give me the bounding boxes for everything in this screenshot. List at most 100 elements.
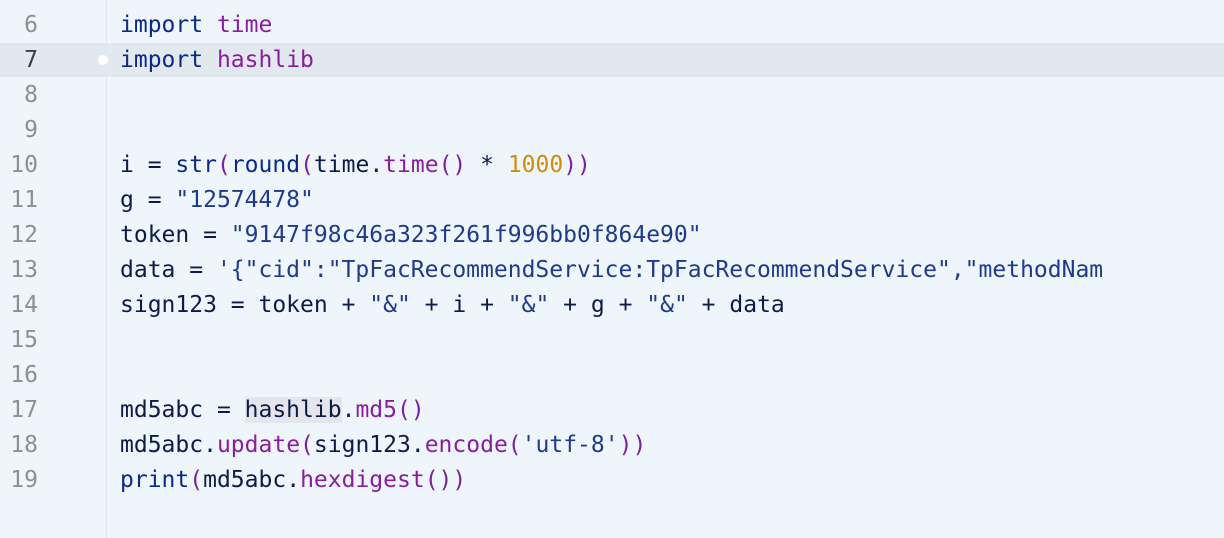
token-op: . [286,467,301,493]
token-fn: token [120,222,190,248]
code-text[interactable]: g = "12574478" [120,183,314,218]
token-num: 1000 [507,152,564,178]
token-op: = [216,292,259,318]
line-number: 10 [10,152,38,178]
token-kw: import [120,47,204,73]
token-op: . [203,432,217,458]
token-op [203,12,217,38]
token-str: "12574478" [175,187,314,213]
token-str: 'utf-8' [521,432,619,458]
token-fn: time [313,152,370,178]
code-text[interactable]: print(md5abc.hexdigest()) [120,463,466,498]
token-fn: data [120,257,176,283]
token-paren: ( [216,152,231,178]
code-text[interactable]: import time [120,8,272,43]
token-paren: ( [300,432,314,458]
line-number: 11 [10,187,38,213]
code-line-14[interactable]: 14 sign123 = token + "&" + i + "&" + g + … [0,288,1224,323]
token-member: hashlib [216,47,314,73]
token-fn: md5abc [120,397,204,423]
code-line-11[interactable]: 11 g = "12574478" [0,183,1224,218]
code-line-12[interactable]: 12 token = "9147f98c46a323f261f996bb0f864… [0,218,1224,253]
line-number: 19 [10,467,38,493]
line-number: 15 [10,327,38,353]
token-member: time [383,152,439,178]
code-line-19[interactable]: 19 print(md5abc.hexdigest()) [0,463,1224,498]
token-paren: ( [300,152,314,178]
token-fn: i [120,152,134,178]
line-number: 16 [10,362,38,388]
code-editor[interactable]: 6 import time 7 import hashlib 8 9 10 i = str(r… [0,0,1224,538]
token-paren: )) [618,432,647,458]
line-number: 7 [24,47,38,73]
token-str: "9147f98c46a323f261f996bb0f864e90" [230,222,702,248]
token-member: hexdigest [300,467,425,493]
code-line-10[interactable]: 10 i = str(round(time.time() * 1000)) [0,148,1224,183]
token-fn: sign123 [120,292,217,318]
line-number: 8 [24,82,38,108]
token-fn: token [258,292,328,318]
token-op: + [410,292,453,318]
token-paren: () [396,397,425,423]
line-number: 13 [10,257,38,283]
token-fn: data [729,292,785,318]
token-paren: () [438,152,467,178]
code-text[interactable]: sign123 = token + "&" + i + "&" + g + "&… [120,288,785,323]
code-line-8[interactable]: 8 [0,78,1224,113]
token-builtin: print [120,467,190,493]
token-op: = [189,222,231,248]
token-op: = [203,397,245,423]
code-text[interactable]: import hashlib [120,43,314,78]
token-str: "&" [646,292,688,318]
line-number: 12 [10,222,38,248]
line-number: 18 [10,432,38,458]
token-paren: ( [189,467,204,493]
code-line-18[interactable]: 18 md5abc.update(sign123.encode('utf-8')) [0,428,1224,463]
token-op: + [604,292,647,318]
code-line-16[interactable]: 16 [0,358,1224,393]
code-line-13[interactable]: 13 data = '{"cid":"TpFacRecommendService:… [0,253,1224,288]
token-op: = [133,152,176,178]
token-paren: )) [563,152,591,178]
token-builtin: str [175,152,217,178]
token-member: md5 [355,397,397,423]
token-op: = [133,187,176,213]
code-line-9[interactable]: 9 [0,113,1224,148]
token-member: encode [424,432,508,458]
token-kw: import [120,12,204,38]
token-op: + [466,292,508,318]
token-paren: ()) [424,467,467,493]
token-op: . [341,397,356,423]
token-op [203,47,217,73]
token-str: "&" [369,292,411,318]
code-text[interactable]: md5abc.update(sign123.encode('utf-8')) [120,428,646,463]
code-line-6[interactable]: 6 import time [0,8,1224,43]
code-text[interactable]: i = str(round(time.time() * 1000)) [120,148,591,183]
token-op: = [175,257,217,283]
token-op: + [687,292,730,318]
token-member: update [216,432,301,458]
token-op: + [327,292,370,318]
token-fn: g [120,187,134,213]
token-paren: ( [507,432,522,458]
token-fn: sign123 [313,432,411,458]
token-op: * [466,152,508,178]
code-line-17[interactable]: 17 md5abc = hashlib.md5() [0,393,1224,428]
token-builtin: round [230,152,301,178]
token-fn: g [590,292,605,318]
code-line-15[interactable]: 15 [0,323,1224,358]
token-member: time [216,12,273,38]
token-ref: hashlib [244,397,342,423]
token-op: . [369,152,384,178]
code-text[interactable]: md5abc = hashlib.md5() [120,393,425,428]
code-text[interactable]: data = '{"cid":"TpFacRecommendService:Tp… [120,253,1103,288]
line-number: 17 [10,397,38,423]
code-line-7[interactable]: 7 import hashlib [0,43,1224,78]
line-number: 9 [24,117,38,143]
line-number: 6 [24,12,38,38]
line-number: 14 [10,292,38,318]
token-op: + [549,292,591,318]
token-fn: md5abc [203,467,287,493]
code-text[interactable]: token = "9147f98c46a323f261f996bb0f864e9… [120,218,702,253]
token-str: "&" [507,292,550,318]
